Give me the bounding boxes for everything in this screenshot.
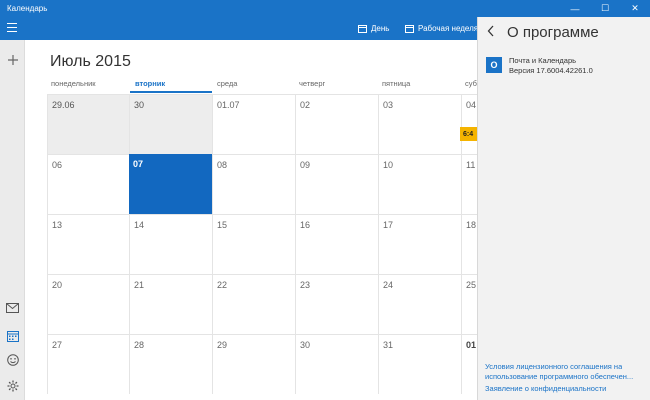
workweek-view-label: Рабочая неделя (418, 24, 479, 33)
day-cell[interactable]: 30 (129, 94, 212, 154)
license-link[interactable]: Условия лицензионного соглашения на (485, 362, 622, 371)
day-number: 18 (466, 220, 477, 230)
day-cell[interactable]: 11 (461, 154, 477, 214)
day-number: 17 (383, 220, 394, 230)
weekday-header: четверг (299, 79, 326, 88)
day-cell[interactable]: 01.07 (212, 94, 295, 154)
day-cell[interactable]: 10 (378, 154, 461, 214)
day-number: 04 (466, 100, 477, 110)
day-cell[interactable]: 02 (295, 94, 378, 154)
day-cell[interactable]: 03 (378, 94, 461, 154)
mail-icon[interactable] (3, 298, 22, 317)
smiley-icon[interactable] (3, 350, 22, 369)
day-cell[interactable]: 29 (212, 334, 295, 394)
app-version: Версия 17.6004.42261.0 (509, 66, 593, 75)
license-link-continued[interactable]: использование программного обеспечен... (485, 372, 633, 381)
weekday-header: суб (465, 79, 477, 88)
day-cell[interactable]: 13 (47, 214, 129, 274)
calendar-main: Июль 2015 понедельник вторник среда четв… (25, 40, 477, 400)
day-cell[interactable]: 22 (212, 274, 295, 334)
weekday-header: пятница (382, 79, 411, 88)
day-cell[interactable]: 14 (129, 214, 212, 274)
weekday-header: понедельник (51, 79, 96, 88)
about-panel: О программе O Почта и Календарь Версия 1… (477, 17, 650, 400)
weekday-header: среда (217, 79, 238, 88)
day-cell[interactable]: 04 (461, 94, 477, 154)
close-button[interactable]: ✕ (620, 0, 650, 17)
day-cell[interactable]: 06 (47, 154, 129, 214)
back-button[interactable] (487, 25, 501, 41)
day-view-label: День (371, 24, 390, 33)
maximize-button[interactable]: ☐ (590, 0, 620, 17)
day-number: 13 (52, 220, 63, 230)
day-cell[interactable]: 09 (295, 154, 378, 214)
back-chevron-icon (487, 25, 494, 37)
day-number: 25 (466, 280, 477, 290)
day-number: 30 (134, 100, 145, 110)
minimize-button[interactable]: — (560, 0, 590, 17)
day-cell[interactable]: 24 (378, 274, 461, 334)
gear-icon[interactable] (3, 376, 22, 395)
toolbar: День Рабочая неделя (0, 17, 478, 40)
day-cell[interactable]: 29.06 (47, 94, 129, 154)
day-cell[interactable]: 18 (461, 214, 477, 274)
day-number: 09 (300, 160, 311, 170)
day-cell[interactable]: 30 (295, 334, 378, 394)
day-cell[interactable]: 15 (212, 214, 295, 274)
day-number: 08 (217, 160, 228, 170)
day-number: 31 (383, 340, 394, 350)
event-chip[interactable]: 6:4 (460, 127, 477, 141)
month-title: Июль 2015 (50, 53, 131, 70)
day-cell[interactable]: 21 (129, 274, 212, 334)
day-number: 21 (134, 280, 145, 290)
day-cell[interactable]: 07 (129, 154, 212, 214)
day-number: 03 (383, 100, 394, 110)
day-number: 20 (52, 280, 63, 290)
day-cell[interactable]: 31 (378, 334, 461, 394)
day-number: 22 (217, 280, 228, 290)
day-number: 01 (466, 340, 477, 350)
day-number: 15 (217, 220, 228, 230)
day-number: 27 (52, 340, 63, 350)
day-number: 29.06 (52, 100, 75, 110)
day-number: 10 (383, 160, 394, 170)
day-number: 11 (466, 160, 476, 170)
privacy-link[interactable]: Заявление о конфиденциальности (485, 384, 606, 393)
app-name: Почта и Календарь (509, 56, 577, 65)
day-cell[interactable]: 23 (295, 274, 378, 334)
day-number: 01.07 (217, 100, 240, 110)
window-title: Календарь (7, 4, 48, 13)
day-cell[interactable]: 20 (47, 274, 129, 334)
day-number: 14 (134, 220, 145, 230)
day-number: 24 (383, 280, 394, 290)
day-cell[interactable]: 17 (378, 214, 461, 274)
day-number: 28 (134, 340, 145, 350)
day-number: 16 (300, 220, 311, 230)
day-cell[interactable]: 01 (461, 334, 477, 394)
day-number: 30 (300, 340, 311, 350)
panel-title: О программе (507, 24, 599, 41)
title-bar: Календарь — ☐ ✕ (0, 0, 650, 17)
calendar-icon[interactable] (3, 326, 22, 345)
day-cell[interactable]: 27 (47, 334, 129, 394)
day-number: 23 (300, 280, 311, 290)
day-cell[interactable]: 25 (461, 274, 477, 334)
day-number: 29 (217, 340, 228, 350)
add-icon[interactable] (3, 50, 22, 69)
day-view-icon (358, 24, 367, 33)
day-number: 02 (300, 100, 311, 110)
weekday-active-underline (130, 91, 212, 93)
weekday-header-active[interactable]: вторник (135, 79, 165, 88)
day-number: 06 (52, 160, 63, 170)
day-view-button[interactable]: День (358, 21, 389, 36)
outlook-app-icon: O (486, 57, 502, 73)
hamburger-menu-icon[interactable] (7, 23, 17, 33)
workweek-view-icon (405, 24, 414, 33)
day-cell[interactable]: 08 (212, 154, 295, 214)
day-cell[interactable]: 28 (129, 334, 212, 394)
day-number: 07 (133, 159, 144, 169)
day-cell[interactable]: 16 (295, 214, 378, 274)
sidebar (0, 40, 25, 400)
workweek-view-button[interactable]: Рабочая неделя (405, 21, 478, 36)
